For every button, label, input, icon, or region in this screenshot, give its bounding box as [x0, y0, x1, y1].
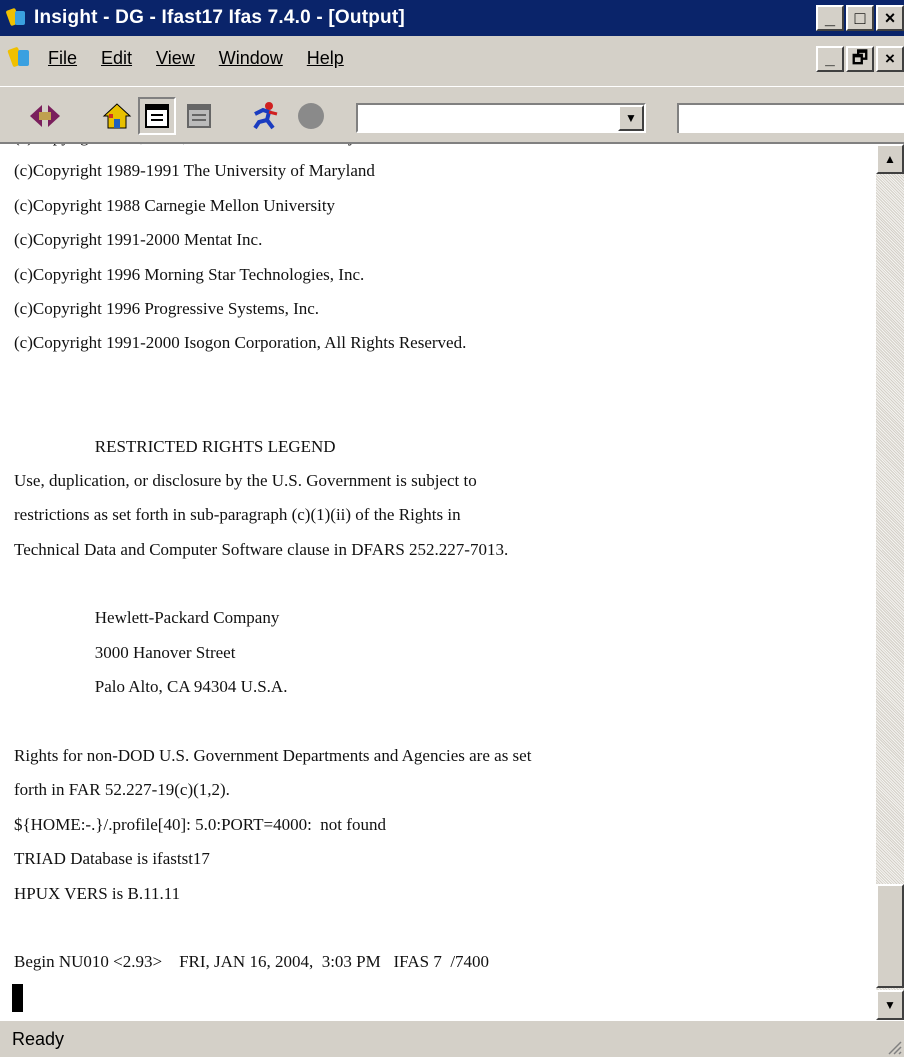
output-line: Rights for non-DOD U.S. Government Depar…	[14, 746, 532, 766]
output-line: (c)Copyright 1991-2000 Isogon Corporatio…	[14, 333, 467, 353]
status-text: Ready	[12, 1028, 65, 1049]
minimize-button[interactable]: _	[816, 5, 844, 31]
menu-view-label: View	[156, 47, 195, 68]
menu-edit[interactable]: Edit	[101, 48, 132, 69]
document-icon[interactable]	[138, 97, 176, 135]
output-line: ${HOME:-.}/.profile[40]: 5.0:PORT=4000: …	[14, 814, 386, 834]
output-line: Begin NU010 <2.93> FRI, JAN 16, 2004, 3:…	[14, 952, 490, 972]
chevron-down-icon[interactable]: ▼	[618, 105, 644, 131]
document-system-menu-icon[interactable]	[7, 45, 34, 71]
menu-view[interactable]: View	[156, 48, 195, 69]
output-line: 3000 Hanover Street	[14, 642, 236, 662]
mdi-restore-button[interactable]: 🗗	[846, 46, 874, 72]
menu-window-label: Window	[218, 47, 283, 68]
output-line: RESTRICTED RIGHTS LEGEND	[14, 436, 336, 456]
output-line: Hewlett-Packard Company	[14, 608, 280, 628]
maximize-button[interactable]: □	[846, 5, 874, 31]
list-icon[interactable]	[180, 97, 218, 135]
output-pane[interactable]: (c)Copyright 1990, 1991, 1992 Cornell Un…	[0, 142, 904, 1020]
toolbar: ▼	[0, 86, 904, 142]
menu-file[interactable]: File	[48, 48, 77, 69]
insight-app-icon[interactable]	[5, 7, 28, 29]
window-title: Insight - DG - Ifast17 Ifas 7.4.0 - [Out…	[34, 7, 405, 28]
output-line: (c)Copyright 1996 Progressive Systems, I…	[14, 298, 320, 318]
resize-grip-icon[interactable]	[886, 1039, 902, 1055]
output-line: HPUX VERS is B.11.11	[14, 883, 181, 903]
menu-bar: File Edit View Window Help _ 🗗 ×	[0, 36, 904, 80]
output-line: (c)Copyright 1990, 1991, 1992 Cornell Un…	[14, 144, 874, 154]
scroll-thumb[interactable]	[876, 884, 904, 988]
home-icon[interactable]	[98, 97, 136, 135]
output-line: Technical Data and Computer Software cla…	[14, 539, 509, 559]
menu-file-label: File	[48, 47, 78, 68]
title-bar[interactable]: Insight - DG - Ifast17 Ifas 7.4.0 - [Out…	[0, 0, 904, 36]
output-line: forth in FAR 52.227-19(c)(1,2).	[14, 780, 230, 800]
output-text: (c)Copyright 1990, 1991, 1992 Cornell Un…	[14, 144, 874, 980]
output-line: (c)Copyright 1988 Carnegie Mellon Univer…	[14, 195, 336, 215]
menu-edit-label: Edit	[101, 47, 133, 68]
transfer-icon[interactable]	[26, 97, 64, 135]
output-line: (c)Copyright 1991-2000 Mentat Inc.	[14, 230, 263, 250]
mdi-close-button[interactable]: ×	[876, 46, 904, 72]
scroll-up-button[interactable]: ▲	[876, 144, 904, 174]
output-line: (c)Copyright 1996 Morning Star Technolog…	[14, 264, 365, 284]
output-line: Use, duplication, or disclosure by the U…	[14, 470, 477, 490]
output-line: (c)Copyright 1989-1991 The University of…	[14, 161, 375, 181]
close-button[interactable]: ×	[876, 5, 904, 31]
output-line: restrictions as set forth in sub-paragra…	[14, 505, 461, 525]
scroll-down-button[interactable]: ▼	[876, 990, 904, 1020]
vertical-scrollbar[interactable]: ▲ ▼	[876, 144, 904, 1020]
status-bar: Ready	[0, 1020, 904, 1057]
output-line: Palo Alto, CA 94304 U.S.A.	[14, 677, 288, 697]
toolbar-field[interactable]	[677, 103, 904, 133]
mdi-minimize-button[interactable]: _	[816, 46, 844, 72]
runner-icon[interactable]	[246, 97, 284, 135]
stop-icon[interactable]	[292, 97, 330, 135]
text-cursor	[12, 984, 23, 1012]
toolbar-combo[interactable]: ▼	[356, 103, 646, 133]
menu-window[interactable]: Window	[219, 48, 283, 69]
output-line: TRIAD Database is ifastst17	[14, 849, 210, 869]
menu-help[interactable]: Help	[307, 48, 344, 69]
menu-help-label: Help	[306, 47, 344, 68]
